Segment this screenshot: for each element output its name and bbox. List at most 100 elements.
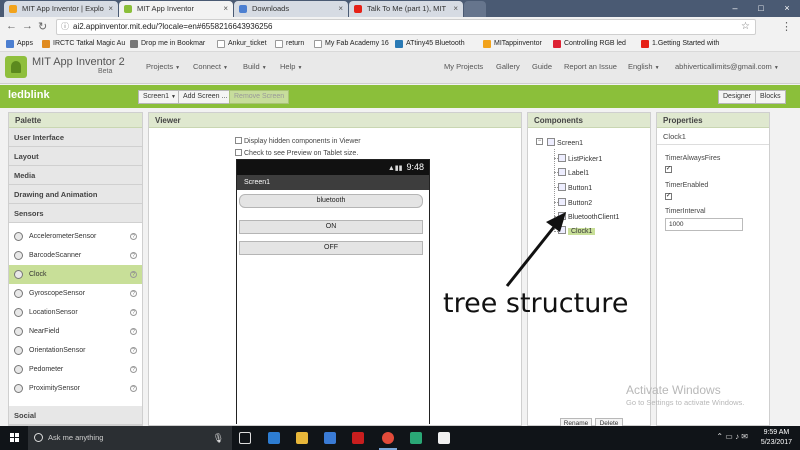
collapse-toggle-icon[interactable]: − xyxy=(536,138,543,145)
palette-item-barcode[interactable]: BarcodeScanner? xyxy=(9,246,142,265)
tree-item-button1[interactable]: Button1 xyxy=(558,183,592,192)
file-explorer-icon[interactable] xyxy=(296,432,308,444)
bookmark-drop-me[interactable]: Drop me in Bookmar xyxy=(130,37,216,51)
tree-item-screen1[interactable]: Screen1 xyxy=(547,138,583,147)
palette-category-drawing[interactable]: Drawing and Animation xyxy=(9,185,142,204)
menu-help[interactable]: Help ▼ xyxy=(280,62,302,71)
help-icon[interactable]: ? xyxy=(130,385,137,392)
link-my-projects[interactable]: My Projects xyxy=(444,62,483,71)
maximize-icon[interactable]: □ xyxy=(748,0,774,17)
designer-button[interactable]: Designer xyxy=(718,90,757,104)
acrobat-icon[interactable] xyxy=(352,432,364,444)
system-tray-icons[interactable]: ⌃ ▭ ♪ ✉ xyxy=(716,432,748,441)
palette-item-accelerometer[interactable]: AccelerometerSensor? xyxy=(9,227,142,246)
page-info-icon[interactable]: ⓘ xyxy=(61,20,69,34)
taskbar-clock[interactable]: 9:59 AM 5/23/2017 xyxy=(761,428,792,448)
menu-projects[interactable]: Projects ▼ xyxy=(146,62,180,71)
palette-item-gyroscope[interactable]: GyroscopeSensor? xyxy=(9,284,142,303)
tablet-preview-checkbox[interactable] xyxy=(235,149,242,156)
windows-start-icon[interactable] xyxy=(10,433,20,443)
forward-arrow-icon[interactable]: → xyxy=(22,20,33,32)
bookmark-star-icon[interactable]: ☆ xyxy=(741,20,750,34)
browser-tab-3[interactable]: Downloads × xyxy=(234,1,348,17)
tree-item-clock1[interactable]: Clock1 xyxy=(558,226,596,235)
close-tab-icon[interactable]: × xyxy=(223,1,228,17)
bookmark-apps[interactable]: Apps xyxy=(6,37,42,51)
app-icon[interactable] xyxy=(410,432,422,444)
media-icon[interactable] xyxy=(438,432,450,444)
close-window-icon[interactable]: × xyxy=(774,0,800,17)
close-tab-icon[interactable]: × xyxy=(338,1,343,17)
close-tab-icon[interactable]: × xyxy=(453,1,458,17)
tree-item-label1[interactable]: Label1 xyxy=(558,168,589,177)
hidden-components-checkbox[interactable] xyxy=(235,137,242,144)
tree-item-bluetoothclient1[interactable]: BluetoothClient1 xyxy=(558,212,619,221)
palette-category-social[interactable]: Social xyxy=(9,406,142,425)
help-icon[interactable]: ? xyxy=(130,233,137,240)
palette-item-nearfield[interactable]: NearField? xyxy=(9,322,142,341)
bookmark-attiny[interactable]: ATtiny45 Bluetooth xyxy=(395,37,477,51)
taskbar-search-box[interactable]: Ask me anything 🎙 xyxy=(28,426,232,450)
help-icon[interactable]: ? xyxy=(130,252,137,259)
palette-item-pedometer[interactable]: Pedometer? xyxy=(9,360,142,379)
browser-tab-1[interactable]: MIT App Inventor | Explo × xyxy=(4,1,118,17)
palette-category-media[interactable]: Media xyxy=(9,166,142,185)
browser-tab-4[interactable]: Talk To Me (part 1), MIT × xyxy=(349,1,463,17)
link-guide[interactable]: Guide xyxy=(532,62,552,71)
help-icon[interactable]: ? xyxy=(130,366,137,373)
menu-connect[interactable]: Connect ▼ xyxy=(193,62,228,71)
back-arrow-icon[interactable]: ← xyxy=(6,20,17,32)
help-icon[interactable]: ? xyxy=(130,290,137,297)
bookmark-return[interactable]: return xyxy=(275,37,313,51)
microphone-icon[interactable]: 🎙 xyxy=(213,426,224,450)
palette-item-orientation[interactable]: OrientationSensor? xyxy=(9,341,142,360)
bookmark-irctc[interactable]: IRCTC Tatkal Magic Au xyxy=(42,37,134,51)
hidden-components-option[interactable]: Display hidden components in Viewer xyxy=(235,137,361,145)
palette-item-proximity[interactable]: ProximitySensor? xyxy=(9,379,142,398)
browser-tab-2[interactable]: MIT App Inventor × xyxy=(119,1,233,17)
bluetooth-button[interactable]: bluetooth xyxy=(239,194,423,208)
new-tab-button[interactable] xyxy=(464,1,486,17)
link-report-issue[interactable]: Report an Issue xyxy=(564,62,617,71)
screen-select-button[interactable]: Screen1 ▼ xyxy=(138,90,181,104)
bookmark-fab-academy[interactable]: My Fab Academy 16 xyxy=(314,37,390,51)
minimize-icon[interactable]: – xyxy=(722,0,748,17)
account-menu[interactable]: abhiverticallimits@gmail.com ▼ xyxy=(675,62,779,71)
timer-interval-input[interactable]: 1000 xyxy=(665,218,743,231)
close-tab-icon[interactable]: × xyxy=(108,1,113,17)
chrome-icon[interactable] xyxy=(382,432,394,444)
timer-enabled-checkbox[interactable]: ✓ xyxy=(665,193,672,200)
menu-build[interactable]: Build ▼ xyxy=(243,62,267,71)
help-icon[interactable]: ? xyxy=(130,328,137,335)
tree-item-button2[interactable]: Button2 xyxy=(558,198,592,207)
bookmark-ankur[interactable]: Ankur_ticket xyxy=(217,37,274,51)
link-gallery[interactable]: Gallery xyxy=(496,62,520,71)
palette-category-sensors[interactable]: Sensors xyxy=(9,204,142,223)
bookmark-getting-started[interactable]: 1.Getting Started with xyxy=(641,37,723,51)
edge-browser-icon[interactable] xyxy=(268,432,280,444)
blocks-button[interactable]: Blocks xyxy=(755,90,786,104)
bookmark-mitappinventor[interactable]: MITappinventor xyxy=(483,37,551,51)
reload-icon[interactable]: ↻ xyxy=(38,20,47,33)
menu-language[interactable]: English ▼ xyxy=(628,62,660,71)
on-button[interactable]: ON xyxy=(239,220,423,234)
task-view-icon[interactable] xyxy=(239,432,251,444)
palette-category-user-interface[interactable]: User Interface xyxy=(9,128,142,147)
help-icon[interactable]: ? xyxy=(130,347,137,354)
off-button[interactable]: OFF xyxy=(239,241,423,255)
bookmark-rgb-led[interactable]: Controlling RGB led xyxy=(553,37,641,51)
tree-item-listpicker1[interactable]: ListPicker1 xyxy=(558,154,602,163)
store-icon[interactable] xyxy=(324,432,336,444)
url-field[interactable]: ⓘ ai2.appinventor.mit.edu/?locale=en#655… xyxy=(56,19,756,35)
palette-item-location[interactable]: LocationSensor? xyxy=(9,303,142,322)
palette-item-label: GyroscopeSensor xyxy=(29,290,86,297)
tablet-preview-option[interactable]: Check to see Preview on Tablet size. xyxy=(235,149,358,157)
palette-item-clock[interactable]: Clock? xyxy=(9,265,142,284)
remove-screen-button[interactable]: Remove Screen xyxy=(229,90,290,104)
help-icon[interactable]: ? xyxy=(130,271,137,278)
palette-category-layout[interactable]: Layout xyxy=(9,147,142,166)
help-icon[interactable]: ? xyxy=(130,309,137,316)
browser-menu-icon[interactable]: ⋮ xyxy=(781,20,792,33)
add-screen-button[interactable]: Add Screen ... xyxy=(178,90,233,104)
timer-always-fires-checkbox[interactable]: ✓ xyxy=(665,166,672,173)
